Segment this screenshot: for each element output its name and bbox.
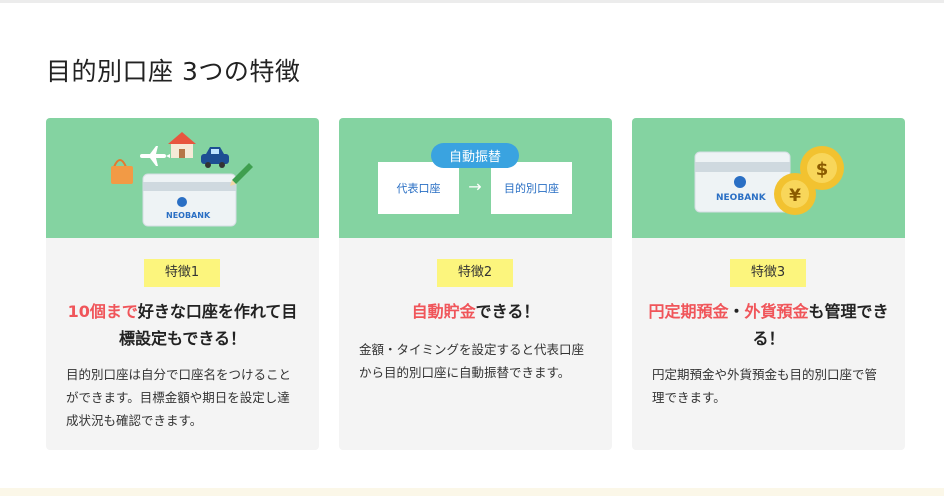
feature-card-1: NEOBANK 特徴1 10個まで好きな口座を作れて目標設定もできる！ 目的別口…: [46, 118, 319, 450]
feature-description-3: 円定期預金や外貨預金も目的別口座で管理できます。: [652, 367, 878, 405]
heading-highlight-yen: 円定期預金: [648, 302, 729, 321]
svg-text:¥: ¥: [789, 186, 801, 206]
auto-transfer-label: 自動振替: [449, 150, 501, 165]
svg-text:$: $: [816, 159, 829, 180]
heading-highlight: 自動貯金: [411, 302, 476, 321]
heading-text: できる！: [475, 302, 540, 321]
feature-card-2: 代表口座 → 目的別口座 自動振替 特徴2 自動貯金できる！ 金額・タイミングを…: [339, 118, 612, 450]
heading-highlight: 10個まで: [67, 302, 138, 321]
feature-3-illustration: NEOBANK $ ¥: [632, 118, 905, 238]
feature-badge-2: 特徴2: [437, 259, 513, 287]
bank-card-icon: NEOBANK: [142, 173, 237, 227]
heading-separator: ・: [728, 302, 745, 321]
house-icon: [168, 132, 196, 158]
arrow-right-icon: →: [468, 177, 481, 196]
card-brand-text: NEOBANK: [716, 193, 767, 203]
section-title: 目的別口座 3つの特徴: [46, 57, 301, 86]
target-account-label: 目的別口座: [504, 181, 559, 195]
bank-card-icon: NEOBANK: [694, 151, 791, 213]
feature-heading-3: 円定期預金・外貨預金も管理できる！: [646, 298, 891, 352]
heading-highlight-foreign: 外貨預金: [744, 302, 809, 321]
feature-2-illustration: 代表口座 → 目的別口座 自動振替: [339, 118, 612, 238]
feature-heading-2: 自動貯金できる！: [353, 298, 598, 325]
car-icon: [201, 147, 229, 168]
source-account-label: 代表口座: [397, 181, 441, 195]
feature-badge-3: 特徴3: [730, 259, 806, 287]
feature-badge-1: 特徴1: [144, 259, 220, 287]
top-divider: [0, 0, 944, 3]
bottom-band: [0, 488, 944, 496]
shopping-bag-icon: [111, 159, 133, 184]
airplane-icon: [140, 146, 170, 166]
feature-description-1: 目的別口座は自分で口座名をつけることができます。目標金額や期日を設定し達成状況も…: [66, 367, 292, 428]
feature-card-3: NEOBANK $ ¥ 特徴3 円定期預金・外貨預金も管理できる！ 円定期預金や…: [632, 118, 905, 450]
yen-coin-icon: ¥: [774, 173, 816, 215]
heading-text: 好きな口座を作れて目標設定もできる！: [118, 302, 298, 348]
feature-1-illustration: NEOBANK: [46, 118, 319, 238]
feature-description-2: 金額・タイミングを設定すると代表口座から目的別口座に自動振替できます。: [359, 342, 585, 380]
card-brand-text: NEOBANK: [166, 211, 211, 220]
feature-heading-1: 10個まで好きな口座を作れて目標設定もできる！: [60, 298, 305, 352]
